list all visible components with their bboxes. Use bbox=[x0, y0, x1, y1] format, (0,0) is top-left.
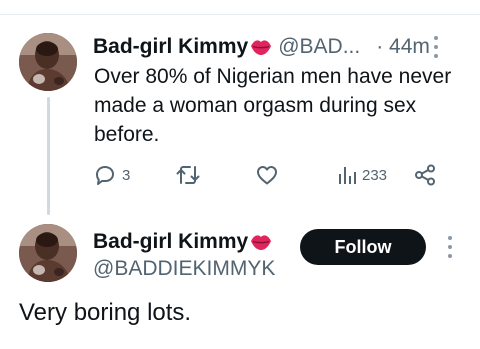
author-name[interactable]: Bad-girl Kimmy bbox=[93, 230, 248, 254]
lips-emoji-icon bbox=[250, 233, 272, 251]
tweet-actions: 3 233 bbox=[93, 160, 453, 190]
tweet-text: Over 80% of Nigerian men have never made… bbox=[94, 65, 452, 146]
view-count: 233 bbox=[362, 166, 388, 184]
avatar-photo bbox=[19, 33, 77, 91]
more-vertical-icon[interactable] bbox=[447, 236, 453, 258]
retweet-icon bbox=[176, 166, 200, 184]
heart-icon bbox=[257, 166, 277, 185]
timestamp[interactable]: · 44m bbox=[376, 35, 430, 59]
avatar[interactable] bbox=[19, 33, 77, 91]
author-handle[interactable]: @BADDIEKIMMYK bbox=[93, 256, 293, 282]
views-chart-icon bbox=[339, 167, 356, 184]
author-handle[interactable]: @BAD... bbox=[278, 35, 360, 59]
reply-button[interactable]: 3 bbox=[93, 160, 130, 190]
profile-header: Bad-girl Kimmy @BADDIEKIMMYK bbox=[93, 228, 293, 282]
avatar-photo bbox=[19, 224, 77, 282]
avatar[interactable] bbox=[19, 224, 77, 282]
share-button[interactable] bbox=[413, 160, 437, 190]
reply-text: Very boring lots. bbox=[19, 299, 192, 326]
reply-count: 3 bbox=[122, 166, 131, 184]
more-vertical-icon[interactable] bbox=[433, 36, 439, 58]
comment-icon bbox=[96, 166, 114, 185]
follow-button[interactable]: Follow bbox=[300, 229, 426, 265]
retweet-button[interactable] bbox=[175, 160, 201, 190]
tweet-header: Bad-girl Kimmy @BAD... · 44m bbox=[93, 32, 463, 62]
top-divider bbox=[0, 14, 480, 15]
like-button[interactable] bbox=[255, 160, 279, 190]
views-button[interactable]: 233 bbox=[337, 160, 387, 190]
share-icon bbox=[415, 164, 435, 186]
thread-connector-line bbox=[47, 97, 50, 215]
lips-emoji-icon bbox=[250, 38, 272, 56]
author-name[interactable]: Bad-girl Kimmy bbox=[93, 35, 248, 59]
